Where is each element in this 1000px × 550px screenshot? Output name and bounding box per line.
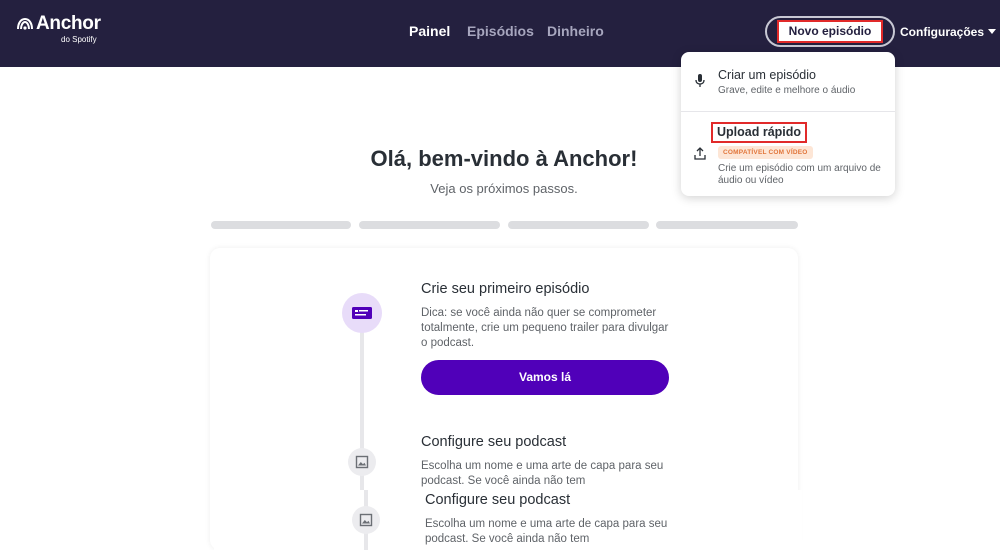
step-1-title: Crie seu primeiro episódio <box>421 281 590 297</box>
progress-segment-1 <box>211 221 351 229</box>
settings-menu[interactable]: Configurações <box>900 25 997 39</box>
lets-go-button[interactable]: Vamos lá <box>421 360 669 395</box>
step-3-icon <box>352 506 380 534</box>
nav-episodios[interactable]: Episódios <box>467 23 534 39</box>
dropdown-item-quick-upload[interactable]: Upload rápido COMPATÍVEL COM VÍDEO Crie … <box>681 112 895 196</box>
nav-dinheiro[interactable]: Dinheiro <box>547 23 604 39</box>
step-3-description: Escolha um nome e uma arte de capa para … <box>425 518 668 545</box>
dropdown-item-upload-title: Upload rápido <box>711 122 808 143</box>
step-2-description: Escolha um nome e uma arte de capa para … <box>421 460 664 487</box>
nav-painel[interactable]: Painel <box>409 23 450 39</box>
new-episode-button[interactable]: Novo episódio <box>765 16 895 47</box>
step-1-description: Dica: se você ainda não quer se comprome… <box>421 307 669 349</box>
new-episode-label: Novo episódio <box>777 20 883 43</box>
dropdown-item-upload-desc: Crie um episódio com um arquivo de áudio… <box>718 163 881 186</box>
new-episode-dropdown: Criar um episódio Grave, edite e melhore… <box>681 52 895 196</box>
step-2-icon <box>348 448 376 476</box>
progress-segment-4 <box>656 221 798 229</box>
dropdown-item-create-title: Criar um episódio <box>718 68 816 82</box>
step-2-title: Configure seu podcast <box>421 434 567 450</box>
image-icon <box>355 455 369 469</box>
settings-label: Configurações <box>900 25 985 39</box>
upload-icon <box>694 147 706 160</box>
dropdown-item-create-episode[interactable]: Criar um episódio Grave, edite e melhore… <box>681 52 895 112</box>
step-3-title: Configure seu podcast <box>425 492 571 508</box>
episode-card-icon <box>352 307 372 319</box>
microphone-icon <box>695 74 705 87</box>
video-compatible-badge: COMPATÍVEL COM VÍDEO <box>718 146 813 159</box>
dropdown-item-create-desc: Grave, edite e melhore o áudio <box>718 85 856 96</box>
step-1-icon <box>342 293 382 333</box>
onboarding-card-overlap: Configure seu podcast Escolha um nome e … <box>214 490 802 550</box>
chevron-down-icon <box>988 29 997 34</box>
image-icon <box>359 513 373 527</box>
progress-segment-3 <box>508 221 649 229</box>
progress-segment-2 <box>359 221 500 229</box>
